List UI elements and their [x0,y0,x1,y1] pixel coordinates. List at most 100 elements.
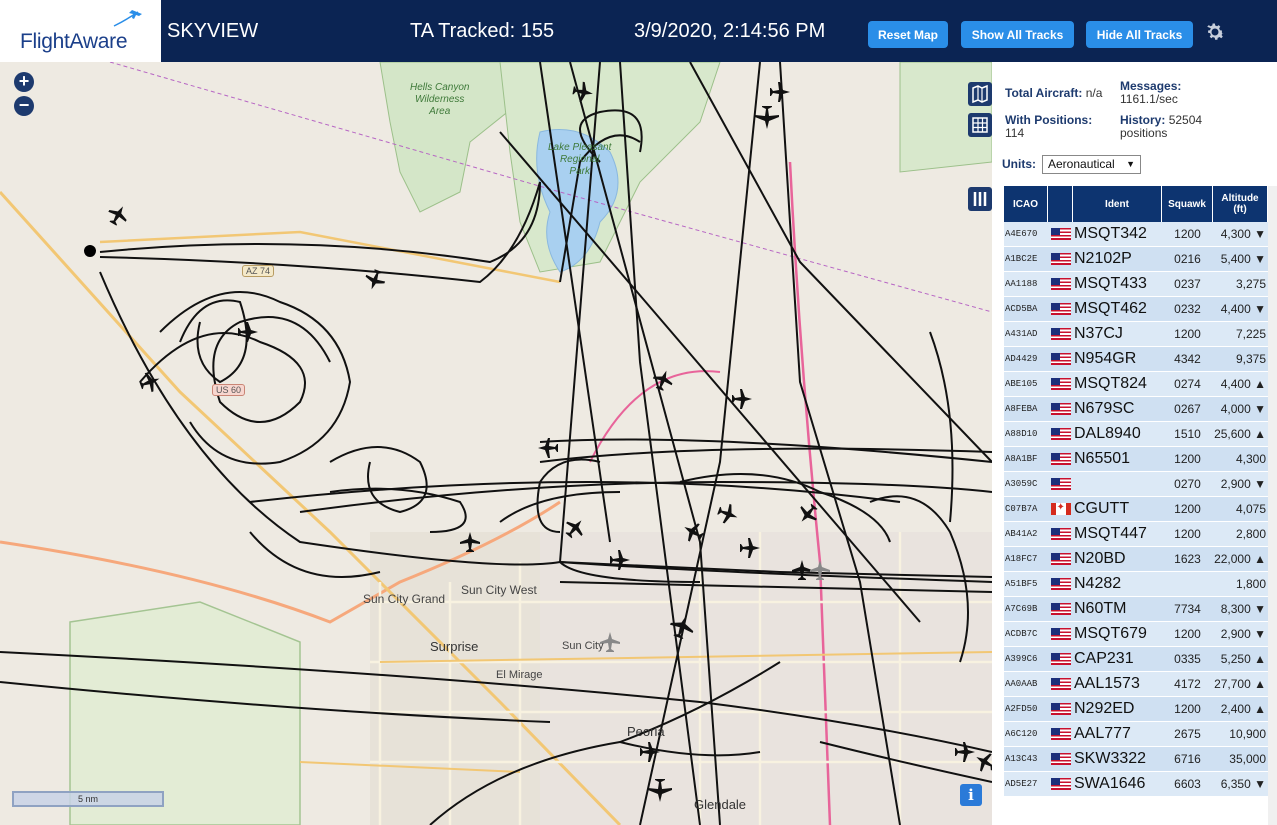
table-row[interactable]: A2FD50 N292ED 1200 2,400 ▲ [1004,697,1268,722]
table-row[interactable]: AD5E27 SWA1646 6603 6,350 ▼ [1004,772,1268,797]
aircraft-table: ICAO Ident Squawk Altitude (ft) A4E670 MS… [1004,186,1268,797]
cell-squawk: 6716 [1174,752,1201,766]
table-row[interactable]: A18FC7 N20BD 1623 22,000 ▲ [1004,547,1268,572]
cell-squawk: 0232 [1174,302,1201,316]
total-aircraft-value: n/a [1085,86,1103,100]
flag-us-icon [1050,753,1071,765]
cell-altitude: 27,700 ▲ [1214,677,1266,691]
col-altitude[interactable]: Altitude (ft) [1213,186,1268,222]
cell-squawk: 4342 [1174,352,1201,366]
zoom-in-button[interactable]: + [14,72,34,92]
flag-us-icon [1050,353,1071,365]
table-row[interactable]: AB41A2 MSQT447 1200 2,800 [1004,522,1268,547]
cell-flag [1048,628,1073,640]
cell-ident: N292ED [1074,700,1135,717]
tracked-count: TA Tracked: 155 [410,20,555,42]
cell-squawk: 1623 [1174,552,1201,566]
table-row[interactable]: A399C6 CAP231 0335 5,250 ▲ [1004,647,1268,672]
cell-flag [1048,228,1073,240]
flag-us-icon [1050,628,1071,640]
table-row[interactable]: A7C69B N60TM 7734 8,300 ▼ [1004,597,1268,622]
flag-us-icon [1050,278,1071,290]
cell-ident: N679SC [1074,400,1135,417]
cell-altitude: 1,800 [1235,577,1266,591]
cell-altitude: 22,000 ▲ [1214,552,1266,566]
table-row[interactable]: AA0AAB AAL1573 4172 27,700 ▲ [1004,672,1268,697]
cell-icao: AB41A2 [1005,529,1038,539]
col-icao[interactable]: ICAO [1004,186,1048,222]
map-layers-icon[interactable] [968,82,992,106]
cell-icao: ACDB7C [1005,629,1038,639]
flag-us-icon [1050,303,1071,315]
cell-icao: A6C120 [1005,729,1038,739]
units-select[interactable]: Aeronautical ▼ [1042,155,1141,174]
cell-squawk: 2675 [1174,727,1201,741]
table-row[interactable]: AD4429 N954GR 4342 9,375 [1004,347,1268,372]
reset-map-button[interactable]: Reset Map [868,21,948,48]
table-row[interactable]: A88D10 DAL8940 1510 25,600 ▲ [1004,422,1268,447]
cell-squawk: 0216 [1174,252,1201,266]
table-row[interactable]: AA1188 MSQT433 0237 3,275 [1004,272,1268,297]
col-flag[interactable] [1048,186,1073,222]
cell-icao: A399C6 [1005,654,1038,664]
cell-squawk: 4172 [1174,677,1201,691]
flag-us-icon [1050,403,1071,415]
cell-flag [1048,678,1073,690]
history-stat: History: 52504 positions [1120,114,1202,140]
cell-altitude: 4,000 ▼ [1220,402,1266,416]
cell-flag [1048,578,1073,590]
table-row[interactable]: A3059C 0270 2,900 ▼ [1004,472,1268,497]
cell-ident: N2102P [1074,250,1132,267]
cell-flag [1048,502,1073,515]
table-row[interactable]: ABE105 MSQT824 0274 4,400 ▲ [1004,372,1268,397]
flag-us-icon [1050,528,1071,540]
cell-icao: A13C43 [1005,754,1038,764]
table-row[interactable]: A8A1BF N65501 1200 4,300 [1004,447,1268,472]
top-bar: FlightAware SKYVIEW TA Tracked: 155 3/9/… [0,0,1277,62]
cell-squawk: 1200 [1174,527,1201,541]
cell-altitude: 25,600 ▲ [1214,427,1266,441]
table-scrollbar[interactable] [1268,186,1277,825]
cell-ident: MSQT824 [1074,375,1147,392]
table-row[interactable]: A1BC2E N2102P 0216 5,400 ▼ [1004,247,1268,272]
map-label-lake-pleasant: Lake Pleasant Regional Park [548,142,612,177]
cell-altitude: 5,250 ▲ [1220,652,1266,666]
gear-icon[interactable] [1203,20,1227,44]
total-aircraft-label: Total Aircraft: [1005,86,1083,100]
table-row[interactable]: C07B7A CGUTT 1200 4,075 [1004,497,1268,522]
table-row[interactable]: A51BF5 N4282 1,800 [1004,572,1268,597]
table-row[interactable]: A4E670 MSQT342 1200 4,300 ▼ [1004,222,1268,247]
hide-all-tracks-button[interactable]: Hide All Tracks [1086,21,1193,48]
map-label-glendale: Glendale [694,797,747,812]
columns-toggle-icon[interactable] [968,187,992,211]
cell-flag [1048,278,1073,290]
cell-altitude: 5,400 ▼ [1220,252,1266,266]
cell-icao: AA1188 [1005,279,1038,289]
grid-icon[interactable] [968,113,992,137]
cell-ident: SWA1646 [1074,775,1146,792]
messages-stat: Messages: 1161.1/sec [1120,80,1181,106]
cell-squawk: 1200 [1174,452,1201,466]
info-icon[interactable]: i [960,784,982,806]
flag-us-icon [1050,428,1071,440]
table-row[interactable]: A431AD N37CJ 1200 7,225 [1004,322,1268,347]
map-canvas[interactable]: + − Hells Canyon Wilderness Area Lake Pl… [0,62,992,825]
table-row[interactable]: A13C43 SKW3322 6716 35,000 [1004,747,1268,772]
map-label-hells-canyon: Hells Canyon Wilderness Area [410,82,470,117]
table-row[interactable]: ACD5BA MSQT462 0232 4,400 ▼ [1004,297,1268,322]
cell-icao: AA0AAB [1005,679,1038,689]
show-all-tracks-button[interactable]: Show All Tracks [961,21,1074,48]
zoom-out-button[interactable]: − [14,96,34,116]
col-squawk[interactable]: Squawk [1162,186,1213,222]
cell-altitude: 8,300 ▼ [1220,602,1266,616]
table-row[interactable]: ACDB7C MSQT679 1200 2,900 ▼ [1004,622,1268,647]
col-ident[interactable]: Ident [1073,186,1162,222]
table-row[interactable]: A8FEBA N679SC 0267 4,000 ▼ [1004,397,1268,422]
cell-altitude: 4,075 [1235,502,1266,516]
flightaware-logo[interactable]: FlightAware [0,0,164,62]
table-row[interactable]: A6C120 AAL777 2675 10,900 [1004,722,1268,747]
cell-icao: A7C69B [1005,604,1038,614]
shield-az74: AZ 74 [242,265,275,277]
cell-flag [1048,728,1073,740]
cell-flag [1048,478,1073,490]
